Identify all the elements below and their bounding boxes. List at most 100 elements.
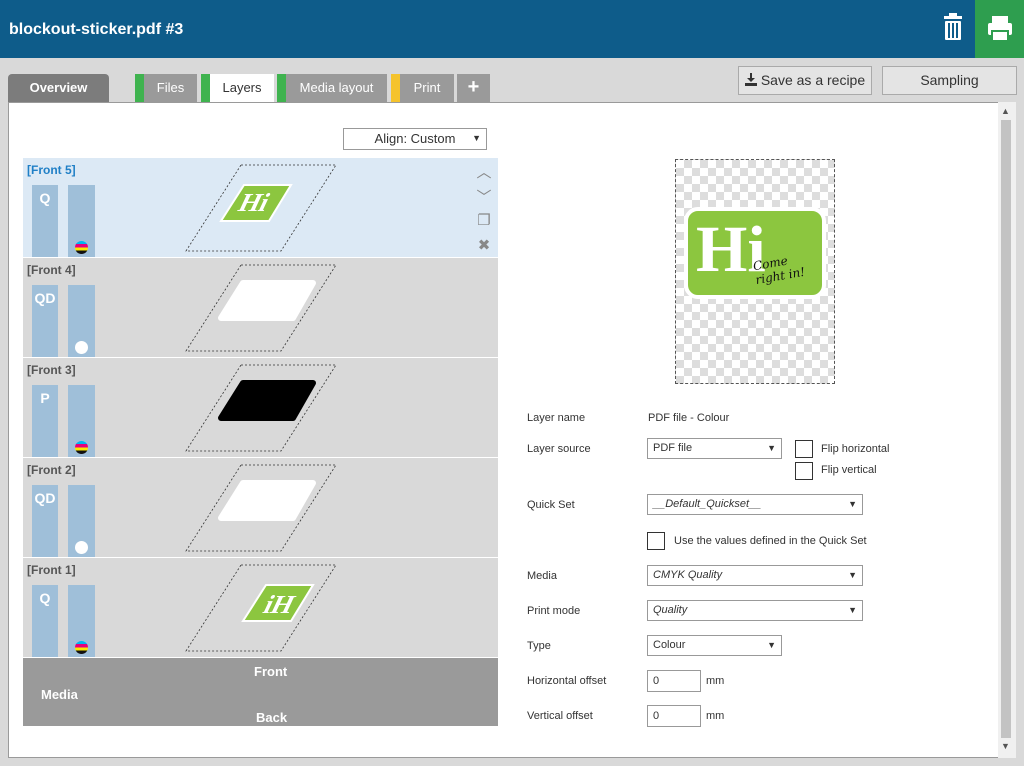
- flip-horizontal-label: Flip horizontal: [821, 443, 890, 455]
- ink-column: [68, 385, 95, 457]
- layer-source-label: Layer source: [527, 443, 591, 455]
- ink-column: [68, 185, 95, 257]
- scroll-up-icon[interactable]: ▲: [1001, 106, 1010, 116]
- tab-media-layout-status: [277, 74, 286, 102]
- media-bar: Media Front Back: [23, 658, 498, 726]
- white-ink-icon: [75, 341, 88, 354]
- quick-set-select[interactable]: __Default_Quickset__ ▼: [647, 494, 863, 515]
- tab-overview[interactable]: Overview: [8, 74, 109, 102]
- layer-label: [Front 2]: [27, 463, 76, 477]
- layer-row-front-3[interactable]: [Front 3] P: [23, 358, 498, 458]
- ink-column: [68, 485, 95, 557]
- chevron-up-icon[interactable]: ︿: [475, 161, 493, 186]
- print-mode-badge: QD: [32, 285, 58, 357]
- layer-thumbnail: [185, 264, 337, 352]
- cmyk-ink-icon: [75, 641, 88, 654]
- vertical-offset-label: Vertical offset: [527, 710, 593, 722]
- vertical-offset-input[interactable]: 0: [647, 705, 701, 727]
- layer-row-front-4[interactable]: [Front 4] QD: [23, 258, 498, 358]
- type-select[interactable]: Colour ▼: [647, 635, 782, 656]
- chevron-down-icon: ▼: [767, 640, 776, 650]
- delete-button[interactable]: [936, 10, 970, 46]
- tab-files[interactable]: Files: [135, 74, 197, 102]
- print-mode-badge: QD: [32, 485, 58, 557]
- add-tab-button[interactable]: +: [457, 74, 490, 102]
- scroll-down-icon[interactable]: ▼: [1001, 741, 1010, 751]
- print-mode-badge: P: [32, 385, 58, 457]
- media-back-label: Back: [256, 710, 288, 725]
- use-quickset-values-checkbox[interactable]: [647, 532, 665, 550]
- tab-media-layout[interactable]: Media layout: [277, 74, 387, 102]
- horizontal-offset-label: Horizontal offset: [527, 675, 607, 687]
- layer-source-select[interactable]: PDF file ▼: [647, 438, 782, 459]
- tab-print-status: [391, 74, 400, 102]
- save-recipe-button[interactable]: Save as a recipe: [738, 66, 872, 95]
- document-title: blockout-sticker.pdf #3: [9, 21, 184, 38]
- printer-icon: [988, 16, 1012, 42]
- tab-files-label: Files: [156, 80, 185, 95]
- layer-label: [Front 5]: [27, 163, 76, 177]
- layer-name-label: Layer name: [527, 412, 586, 424]
- flip-vertical-checkbox[interactable]: [795, 462, 813, 480]
- layer-row-front-1[interactable]: [Front 1] Q iH: [23, 558, 498, 658]
- white-ink-icon: [75, 541, 88, 554]
- tab-print-label: Print: [413, 80, 441, 95]
- trash-icon: [944, 13, 962, 40]
- layer-row-front-5[interactable]: [Front 5] Q Hi ︿ ﹀ ❐ ✖: [23, 158, 498, 258]
- duplicate-icon[interactable]: ❐: [475, 211, 493, 236]
- tab-layers-label: Layers: [222, 80, 262, 95]
- vertical-scrollbar[interactable]: ▲ ▼: [998, 102, 1016, 758]
- cmyk-ink-icon: [75, 441, 88, 454]
- sticker-image: Hi Come right in!: [684, 207, 826, 299]
- app-header: blockout-sticker.pdf #3: [0, 0, 1024, 58]
- print-mode-select[interactable]: Quality ▼: [647, 600, 863, 621]
- layer-controls: ︿ ﹀ ❐ ✖: [475, 161, 493, 261]
- layer-row-front-2[interactable]: [Front 2] QD: [23, 458, 498, 558]
- tab-layers-status: [201, 74, 210, 104]
- media-select[interactable]: CMYK Quality ▼: [647, 565, 863, 586]
- layer-thumbnail: iH: [185, 564, 337, 652]
- media-label: Media: [41, 687, 78, 702]
- use-quickset-values-label: Use the values defined in the Quick Set: [674, 535, 867, 547]
- layer-thumbnail: Hi: [185, 164, 337, 252]
- horizontal-offset-unit: mm: [706, 675, 725, 687]
- download-icon: [744, 68, 757, 95]
- chevron-down-icon[interactable]: ﹀: [475, 186, 493, 211]
- quick-set-value: __Default_Quickset__: [653, 498, 762, 510]
- align-select-value: Align: Custom: [374, 131, 456, 146]
- tab-files-status: [135, 74, 144, 102]
- ink-column: [68, 285, 95, 357]
- horizontal-offset-input[interactable]: 0: [647, 670, 701, 692]
- sampling-button[interactable]: Sampling: [882, 66, 1017, 95]
- flip-horizontal-checkbox[interactable]: [795, 440, 813, 458]
- tab-print[interactable]: Print: [391, 74, 454, 102]
- media-label: Media: [527, 570, 557, 582]
- type-value: Colour: [653, 639, 686, 651]
- media-front-label: Front: [254, 664, 288, 679]
- align-select[interactable]: Align: Custom ▼: [343, 128, 487, 150]
- cmyk-ink-icon: [75, 241, 88, 254]
- layer-source-value: PDF file: [653, 442, 693, 454]
- quick-set-label: Quick Set: [527, 499, 575, 511]
- chevron-down-icon: ▼: [472, 133, 481, 143]
- chevron-down-icon: ▼: [848, 499, 857, 509]
- layer-preview: Hi Come right in!: [675, 159, 835, 384]
- save-recipe-label: Save as a recipe: [760, 72, 866, 88]
- vertical-offset-unit: mm: [706, 710, 725, 722]
- print-button[interactable]: [975, 0, 1024, 58]
- tab-overview-label: Overview: [29, 80, 88, 95]
- print-mode-label: Print mode: [527, 605, 581, 617]
- tab-layers[interactable]: Layers: [201, 74, 274, 104]
- print-mode-badge: Q: [32, 185, 58, 257]
- scroll-thumb[interactable]: [1001, 120, 1011, 738]
- layer-thumbnail: [185, 364, 337, 452]
- layer-label: [Front 1]: [27, 563, 76, 577]
- media-value: CMYK Quality: [653, 569, 723, 581]
- chevron-down-icon: ▼: [848, 605, 857, 615]
- chevron-down-icon: ▼: [848, 570, 857, 580]
- tab-media-layout-label: Media layout: [299, 80, 374, 95]
- layer-label: [Front 3]: [27, 363, 76, 377]
- layer-thumbnail: [185, 464, 337, 552]
- print-mode-value: Quality: [653, 604, 688, 616]
- chevron-down-icon: ▼: [767, 443, 776, 453]
